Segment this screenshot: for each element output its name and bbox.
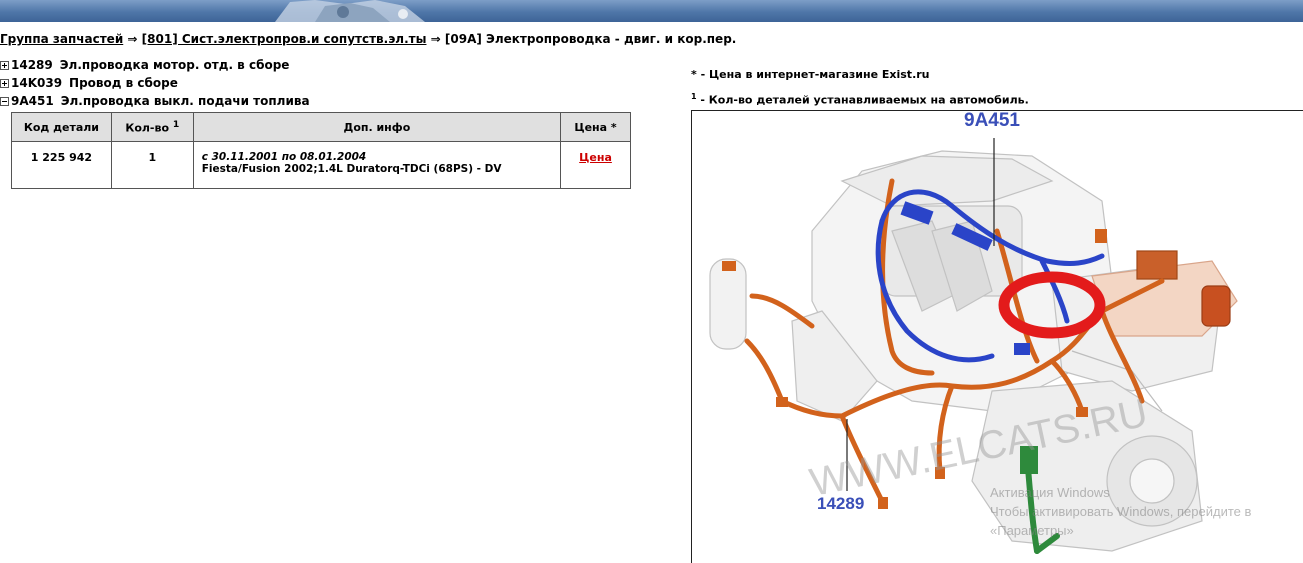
table-row: 1 225 942 1 с 30.11.2001 по 08.01.2004 F…: [11, 141, 631, 189]
collapse-minus-icon[interactable]: [0, 96, 9, 106]
expand-plus-icon[interactable]: [0, 60, 9, 70]
breadcrumb-current: [09A] Электропроводка - двиг. и кор.пер.: [444, 32, 737, 46]
breadcrumb-parts-group-link[interactable]: Группа запчастей: [0, 32, 123, 46]
col-header-code: Код детали: [11, 112, 112, 142]
breadcrumb-arrow: ⇒: [127, 32, 138, 46]
windows-activation-overlay: Активация Windows Чтобы активировать Win…: [990, 483, 1251, 540]
callout-label-9a451[interactable]: 9A451: [964, 111, 1020, 132]
callout-label-14289[interactable]: 14289: [814, 494, 868, 514]
price-link[interactable]: Цена: [579, 151, 612, 164]
cell-price: Цена: [560, 141, 631, 189]
applicability-dates: с 30.11.2001 по 08.01.2004: [201, 151, 367, 163]
expand-plus-icon[interactable]: [0, 78, 9, 88]
breadcrumb-arrow: ⇒: [430, 32, 441, 46]
parts-tree: 14289 Эл.проводка мотор. отд. в сборе 14…: [0, 56, 310, 110]
tree-item-code: 14289: [11, 58, 53, 72]
tree-item-9a451[interactable]: 9A451 Эл.проводка выкл. подачи топлива: [0, 92, 310, 110]
tree-item-code: 14K039: [11, 76, 63, 90]
qty-footnote-text: - Кол-во деталей устанавливаемых на авто…: [696, 93, 1029, 107]
cell-qty: 1: [110, 141, 194, 189]
tree-item-label: Провод в сборе: [69, 76, 178, 90]
col-header-info: Доп. инфо: [192, 112, 562, 142]
qty-footnote-marker: 1: [172, 119, 180, 131]
price-footnote: * - Цена в интернет-магазине Exist.ru: [691, 68, 930, 81]
col-header-price: Цена *: [560, 112, 631, 142]
cell-info: с 30.11.2001 по 08.01.2004 Fiesta/Fusion…: [192, 141, 562, 189]
parts-diagram[interactable]: WWW.ELCATS.RU 9A451 14289 Активация Wind…: [691, 110, 1303, 563]
tree-item-label: Эл.проводка мотор. отд. в сборе: [59, 58, 290, 72]
tree-item-14289[interactable]: 14289 Эл.проводка мотор. отд. в сборе: [0, 56, 310, 74]
banner-engine-graphic: [275, 0, 425, 22]
parts-table: Код детали Кол-во 1 Доп. инфо Цена * 1 2…: [11, 112, 631, 189]
applicability-model: Fiesta/Fusion 2002;1.4L Duratorq-TDCi (6…: [201, 163, 502, 175]
breadcrumb: Группа запчастей ⇒ [801] Сист.электропро…: [0, 32, 736, 46]
qty-footnote: 1 - Кол-во деталей устанавливаемых на ав…: [691, 88, 1029, 110]
activation-message-2: «Параметры»: [990, 523, 1074, 538]
activation-title: Активация Windows: [990, 485, 1110, 500]
cell-part-code: 1 225 942: [11, 141, 112, 189]
tree-item-label: Эл.проводка выкл. подачи топлива: [60, 94, 310, 108]
table-header-row: Код детали Кол-во 1 Доп. инфо Цена *: [11, 112, 631, 142]
top-banner: [0, 0, 1303, 22]
tree-item-14k039[interactable]: 14K039 Провод в сборе: [0, 74, 310, 92]
breadcrumb-section-link[interactable]: [801] Сист.электропров.и сопутств.эл.ты: [142, 32, 427, 46]
col-header-qty: Кол-во 1: [110, 112, 194, 142]
footnotes: * - Цена в интернет-магазине Exist.ru 1 …: [691, 66, 1029, 110]
activation-message: Чтобы активировать Windows, перейдите в: [990, 504, 1252, 519]
col-header-qty-label: Кол-во: [125, 121, 170, 135]
tree-item-code: 9A451: [11, 94, 54, 108]
